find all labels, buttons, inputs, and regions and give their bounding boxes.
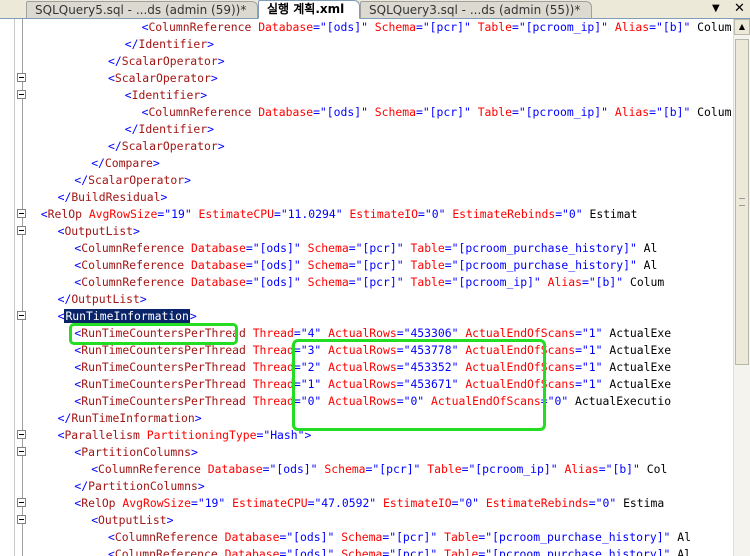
code-line[interactable]: </PartitionColumns> xyxy=(0,478,733,495)
collapse-node-icon[interactable] xyxy=(17,311,26,320)
tab-sqlquery5[interactable]: SQLQuery5.sql - ...ds (admin (59))* xyxy=(26,1,258,18)
code-line[interactable]: <ColumnReference Database="[ods]" Schema… xyxy=(0,19,733,36)
document-tab-bar: SQLQuery5.sql - ...ds (admin (59))* 실행 계… xyxy=(0,0,750,19)
code-line[interactable]: <Identifier> xyxy=(0,87,733,104)
code-text: <RelOp AvgRowSize="19" EstimateCPU="11.0… xyxy=(40,207,638,221)
code-text: </Identifier> xyxy=(124,122,214,136)
code-text: </ScalarOperator> xyxy=(108,54,225,68)
code-text: </OutputList> xyxy=(57,292,147,306)
code-text: <ColumnReference Database="[ods]" Schema… xyxy=(141,20,732,34)
collapse-node-icon[interactable] xyxy=(17,73,26,82)
xml-editor[interactable]: <ColumnReference Database="[ods]" Schema… xyxy=(0,19,733,556)
code-line[interactable]: <ColumnReference Database="[ods]" Schema… xyxy=(0,461,733,478)
code-line[interactable]: </Identifier> xyxy=(0,121,733,138)
code-line[interactable]: <ColumnReference Database="[ods]" Schema… xyxy=(0,529,733,546)
code-text: <RunTimeInformation> xyxy=(57,309,197,323)
tab-list-dropdown-icon[interactable]: ▼ xyxy=(712,3,720,14)
code-text: <ColumnReference Database="[ods]" Schema… xyxy=(108,530,691,544)
collapse-node-icon[interactable] xyxy=(17,209,26,218)
code-line[interactable]: <ColumnReference Database="[ods]" Schema… xyxy=(0,104,733,121)
code-line[interactable]: <RunTimeCountersPerThread Thread="2" Act… xyxy=(0,359,733,376)
code-line[interactable]: <ScalarOperator> xyxy=(0,70,733,87)
code-text: <Parallelism PartitioningType="Hash"> xyxy=(57,428,312,442)
code-text: <ColumnReference Database="[ods]" Schema… xyxy=(74,241,658,255)
code-line[interactable]: </Identifier> xyxy=(0,36,733,53)
code-text: <ColumnReference Database="[ods]" Schema… xyxy=(108,547,691,556)
collapse-node-icon[interactable] xyxy=(17,515,26,524)
code-line[interactable]: <PartitionColumns> xyxy=(0,444,733,461)
vertical-scrollbar[interactable]: ▲ xyxy=(733,19,750,556)
scroll-up-arrow-icon[interactable]: ▲ xyxy=(734,19,750,35)
code-line[interactable]: <RunTimeCountersPerThread Thread="3" Act… xyxy=(0,342,733,359)
collapse-node-icon[interactable] xyxy=(17,226,26,235)
code-line[interactable]: <OutputList> xyxy=(0,223,733,240)
code-text: </Identifier> xyxy=(124,37,214,51)
code-text: </ScalarOperator> xyxy=(108,139,225,153)
code-line[interactable]: </ScalarOperator> xyxy=(0,53,733,70)
code-line[interactable]: <RunTimeCountersPerThread Thread="0" Act… xyxy=(0,393,733,410)
tab-sqlquery3[interactable]: SQLQuery3.sql - ...ds (admin (55))* xyxy=(360,1,592,18)
code-text: </Compare> xyxy=(91,156,160,170)
code-text: <RunTimeCountersPerThread Thread="4" Act… xyxy=(74,326,672,340)
code-text: </PartitionColumns> xyxy=(74,479,205,493)
code-text: <OutputList> xyxy=(91,513,174,527)
tab-execution-plan-xml[interactable]: 실행 계획.xml xyxy=(258,0,360,19)
code-line[interactable]: <RunTimeCountersPerThread Thread="1" Act… xyxy=(0,376,733,393)
code-line[interactable]: </ScalarOperator> xyxy=(0,172,733,189)
scroll-thumb[interactable] xyxy=(735,39,749,365)
code-text: </RunTimeInformation> xyxy=(57,411,202,425)
code-line[interactable]: <OutputList> xyxy=(0,512,733,529)
code-text: <ColumnReference Database="[ods]" Schema… xyxy=(74,258,658,272)
code-text: <RunTimeCountersPerThread Thread="2" Act… xyxy=(74,360,672,374)
code-line[interactable]: <ColumnReference Database="[ods]" Schema… xyxy=(0,546,733,556)
code-line[interactable]: </RunTimeInformation> xyxy=(0,410,733,427)
code-text: </ScalarOperator> xyxy=(74,173,191,187)
code-text: <OutputList> xyxy=(57,224,140,238)
code-line[interactable]: <ColumnReference Database="[ods]" Schema… xyxy=(0,274,733,291)
collapse-node-icon[interactable] xyxy=(17,430,26,439)
code-line[interactable]: </Compare> xyxy=(0,155,733,172)
code-text: </BuildResidual> xyxy=(57,190,168,204)
code-line[interactable]: <ColumnReference Database="[ods]" Schema… xyxy=(0,240,733,257)
code-text: <RelOp AvgRowSize="19" EstimateCPU="47.0… xyxy=(74,496,665,510)
code-text: <Identifier> xyxy=(124,88,208,102)
code-line[interactable]: <RelOp AvgRowSize="19" EstimateCPU="47.0… xyxy=(0,495,733,512)
code-line[interactable]: <RunTimeInformation> xyxy=(0,308,733,325)
close-tab-icon[interactable]: ✕ xyxy=(734,1,745,16)
code-line[interactable]: </ScalarOperator> xyxy=(0,138,733,155)
code-text: <ColumnReference Database="[ods]" Schema… xyxy=(91,462,668,476)
code-line[interactable]: <Parallelism PartitioningType="Hash"> xyxy=(0,427,733,444)
code-line[interactable]: </BuildResidual> xyxy=(0,189,733,206)
code-line[interactable]: <ColumnReference Database="[ods]" Schema… xyxy=(0,257,733,274)
collapse-node-icon[interactable] xyxy=(17,498,26,507)
collapse-node-icon[interactable] xyxy=(17,447,26,456)
code-text: <ColumnReference Database="[ods]" Schema… xyxy=(141,105,732,119)
code-line[interactable]: <RunTimeCountersPerThread Thread="4" Act… xyxy=(0,325,733,342)
code-text: <ColumnReference Database="[ods]" Schema… xyxy=(74,275,665,289)
collapse-node-icon[interactable] xyxy=(17,90,26,99)
code-text: <RunTimeCountersPerThread Thread="0" Act… xyxy=(74,394,672,408)
code-text: <RunTimeCountersPerThread Thread="1" Act… xyxy=(74,377,672,391)
code-text: <ScalarOperator> xyxy=(108,71,218,85)
code-text: <PartitionColumns> xyxy=(74,445,198,459)
code-line[interactable]: <RelOp AvgRowSize="19" EstimateCPU="11.0… xyxy=(0,206,733,223)
code-line[interactable]: </OutputList> xyxy=(0,291,733,308)
code-text: <RunTimeCountersPerThread Thread="3" Act… xyxy=(74,343,672,357)
